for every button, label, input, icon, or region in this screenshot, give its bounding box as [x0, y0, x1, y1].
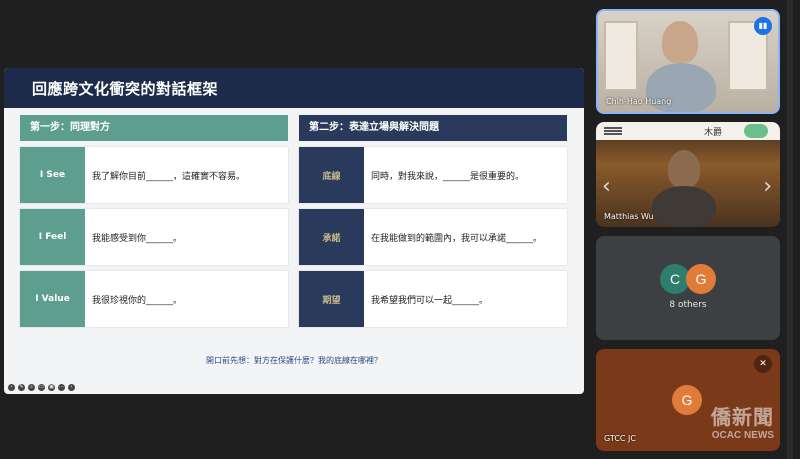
participant-tile-speaker[interactable]: ▮▮ Chih-Hao Huang	[596, 9, 780, 114]
participant-name: GTCC JC	[604, 434, 636, 443]
watermark-line2: OCAC NEWS	[711, 430, 774, 441]
card-i-value: I Value 我很珍視你的______。	[20, 271, 288, 327]
slide-toolbar: ‹ ✎ ⌕ ▭ ▣ ⋯ ›	[8, 384, 75, 391]
card-text: 我能感受到你______。	[92, 233, 183, 244]
slide-header: 回應跨文化衝突的對話框架	[4, 68, 584, 108]
footer-question: 開口前先想：對方在保護什麼？我的底線在哪裡？	[206, 356, 382, 365]
bookshelf	[604, 21, 638, 91]
next-icon[interactable]: ›	[68, 384, 75, 391]
participant-tile-others[interactable]: C G 8 others	[596, 236, 780, 340]
watermark-line1: 僑新聞	[711, 405, 774, 429]
participant-name: Matthias Wu	[604, 212, 654, 221]
card-commitment: 承諾 在我能做到的範圍內，我可以承諾______。	[299, 209, 567, 265]
card-i-feel: I Feel 我能感受到你______。	[20, 209, 288, 265]
more-icon[interactable]: ⋯	[58, 384, 65, 391]
slides-icon[interactable]: ▭	[38, 384, 45, 391]
card-bottom-line: 底線 同時，對我來說，______是很重要的。	[299, 147, 567, 203]
participant-tile-gtcc[interactable]: G ✕ GTCC JC 僑新聞 OCAC NEWS	[596, 349, 780, 451]
shared-slide: 回應跨文化衝突的對話框架 第一步：同理對方 第二步：表達立場與解決問題 I Se…	[4, 68, 584, 394]
card-label: 承諾	[299, 209, 364, 265]
card-label: I See	[20, 147, 85, 203]
scrollbar[interactable]	[787, 0, 793, 459]
step2-header: 第二步：表達立場與解決問題	[299, 115, 567, 141]
card-text: 我很珍視你的______。	[92, 295, 183, 306]
prev-arrow-icon[interactable]: ‹	[602, 174, 611, 199]
back-icon[interactable]: ‹	[8, 384, 15, 391]
speaking-indicator-icon: ▮▮	[754, 17, 772, 35]
card-label: 期望	[299, 271, 364, 327]
banner-logo-text: 木爵	[704, 128, 723, 138]
menu-icon	[604, 127, 622, 129]
card-text: 在我能做到的範圍內，我可以承諾______。	[371, 233, 543, 244]
zoom-icon[interactable]: ⌕	[28, 384, 35, 391]
next-arrow-icon[interactable]: ›	[763, 174, 772, 199]
card-text: 我希望我們可以一起______。	[371, 295, 489, 306]
card-label: I Value	[20, 271, 85, 327]
step1-header: 第一步：同理對方	[20, 115, 288, 141]
avatar: G	[672, 385, 702, 415]
participant-name: Chih-Hao Huang	[606, 97, 672, 106]
participant-tile-matthias[interactable]: 木爵 ‹ › Matthias Wu	[596, 122, 780, 227]
others-count: 8 others	[669, 300, 707, 310]
screen-icon[interactable]: ▣	[48, 384, 55, 391]
card-label: 底線	[299, 147, 364, 203]
pen-icon[interactable]: ✎	[18, 384, 25, 391]
banner-bar: 木爵	[596, 122, 780, 140]
participant-head	[662, 21, 698, 63]
avatar: G	[686, 264, 716, 294]
participant-head	[668, 150, 700, 188]
watermark-logo: 僑新聞 OCAC NEWS	[711, 401, 774, 441]
card-expectation: 期望 我希望我們可以一起______。	[299, 271, 567, 327]
card-i-see: I See 我了解你目前______，這確實不容易。	[20, 147, 288, 203]
card-text: 我了解你目前______，這確實不容易。	[92, 171, 246, 182]
card-text: 同時，對我來說，______是很重要的。	[371, 171, 525, 182]
card-label: I Feel	[20, 209, 85, 265]
mic-off-icon: ✕	[754, 355, 772, 373]
badge-icon	[744, 124, 768, 138]
participant-body	[652, 186, 716, 227]
slide-title: 回應跨文化衝突的對話框架	[32, 80, 219, 98]
